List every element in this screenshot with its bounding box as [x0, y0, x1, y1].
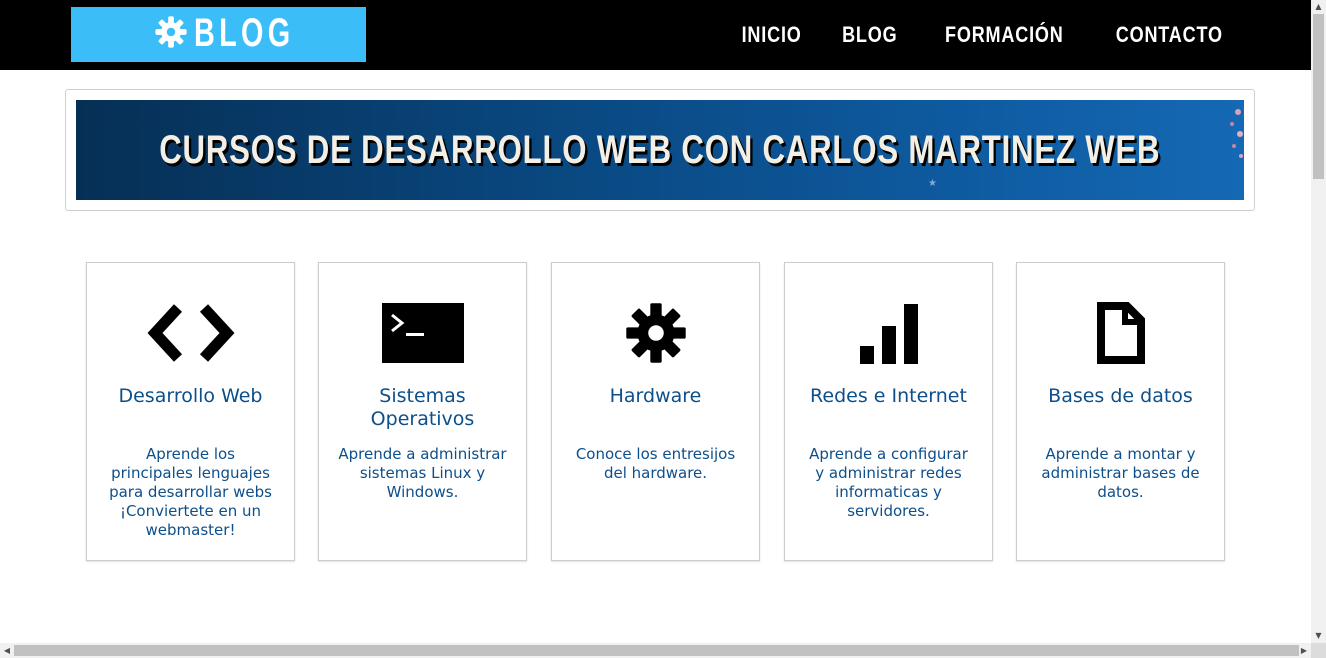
banner-title: CURSOS DE DESARROLLO WEB CON CARLOS MART…	[159, 127, 1161, 172]
card-hardware[interactable]: Hardware Conoce los entresijos del hardw…	[551, 262, 760, 561]
scroll-left-arrow-icon[interactable]: ◀	[0, 643, 14, 658]
scroll-right-arrow-icon[interactable]: ▶	[1297, 643, 1311, 658]
signal-bars-icon	[859, 304, 918, 364]
card-description: Aprende los principales lenguajes para d…	[109, 445, 272, 539]
card-title[interactable]: Desarrollo Web	[95, 385, 286, 408]
main-nav: INICIO BLOG FORMACIÓN CONTACTO	[741, 0, 1229, 70]
vertical-scrollbar[interactable]: ▲ ▼	[1311, 0, 1326, 643]
gear-icon	[625, 303, 686, 363]
card-sistemas-operativos[interactable]: Sistemas Operativos Aprende a administra…	[318, 262, 527, 561]
logo-text: BLOG	[193, 10, 295, 55]
card-description: Conoce los entresijos del hardware.	[575, 445, 736, 482]
scrollbar-corner	[1311, 643, 1326, 658]
card-title[interactable]: Redes e Internet	[793, 385, 984, 408]
card-description: Aprende a administrar sistemas Linux y W…	[338, 445, 507, 501]
category-cards: Desarrollo Web Aprende los principales l…	[86, 262, 1225, 561]
flower-decoration	[1230, 109, 1243, 158]
nav-contacto[interactable]: CONTACTO	[1116, 22, 1223, 48]
document-icon	[1096, 302, 1145, 364]
card-title[interactable]: Sistemas Operativos	[327, 385, 518, 431]
nav-inicio[interactable]: INICIO	[742, 22, 802, 48]
horizontal-scroll-thumb[interactable]	[14, 645, 1299, 656]
scroll-up-arrow-icon[interactable]: ▲	[1311, 0, 1326, 14]
hero-banner: CURSOS DE DESARROLLO WEB CON CARLOS MART…	[76, 100, 1244, 200]
card-redes-internet[interactable]: Redes e Internet Aprende a configurar y …	[784, 262, 993, 561]
site-logo[interactable]: BLOG	[71, 7, 366, 62]
card-desarrollo-web[interactable]: Desarrollo Web Aprende los principales l…	[86, 262, 295, 561]
gear-icon	[155, 15, 187, 48]
card-description: Aprende a configurar y administrar redes…	[809, 445, 968, 520]
card-bases-de-datos[interactable]: Bases de datos Aprende a montar y admini…	[1016, 262, 1225, 561]
nav-formacion[interactable]: FORMACIÓN	[945, 22, 1064, 48]
card-title[interactable]: Bases de datos	[1025, 385, 1216, 408]
terminal-icon	[381, 303, 464, 363]
vertical-scroll-thumb[interactable]	[1313, 14, 1324, 179]
nav-blog[interactable]: BLOG	[842, 22, 897, 48]
scroll-down-arrow-icon[interactable]: ▼	[1311, 629, 1326, 643]
star-decoration: ★	[928, 178, 937, 189]
banner-frame: CURSOS DE DESARROLLO WEB CON CARLOS MART…	[65, 89, 1255, 211]
card-title[interactable]: Hardware	[560, 385, 751, 408]
code-icon	[147, 304, 234, 362]
card-description: Aprende a montar y administrar bases de …	[1041, 445, 1200, 501]
top-navbar: BLOG INICIO BLOG FORMACIÓN CONTACTO	[0, 0, 1311, 70]
horizontal-scrollbar[interactable]: ◀ ▶	[0, 643, 1311, 658]
